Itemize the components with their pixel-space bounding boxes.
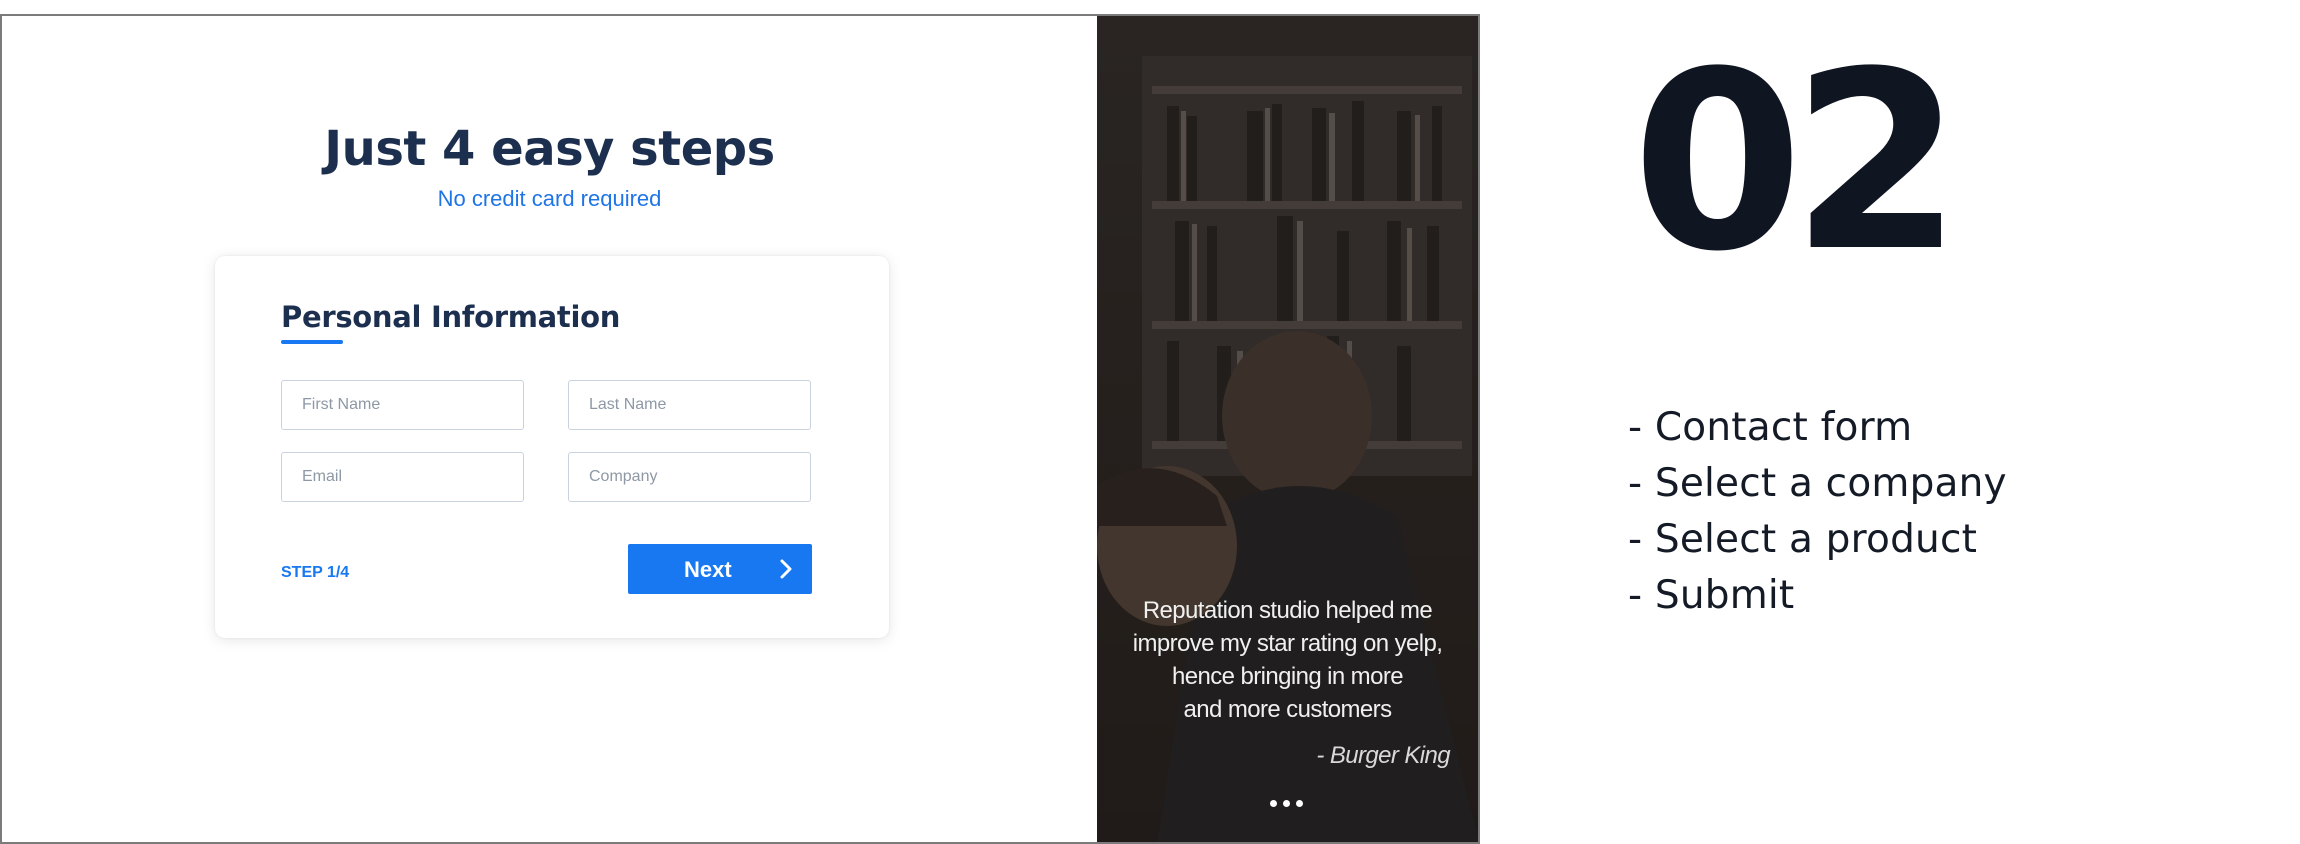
first-name-input[interactable]	[281, 380, 524, 430]
personal-info-card: Personal Information STEP 1/4 Next	[215, 256, 889, 638]
step-number: 02	[1632, 20, 1962, 306]
annotation-item: - Submit	[1628, 573, 1795, 618]
next-button[interactable]: Next	[628, 544, 812, 594]
carousel-dot[interactable]	[1296, 800, 1303, 807]
page-title: Just 4 easy steps	[324, 121, 775, 177]
quote-line: Reputation studio helped me	[1142, 597, 1433, 624]
quote-line: hence bringing in more	[1172, 663, 1404, 690]
chevron-right-icon	[780, 559, 792, 579]
carousel-dot[interactable]	[1283, 800, 1290, 807]
step-indicator: STEP 1/4	[281, 564, 350, 581]
step-annotation-list: - Contact form - Select a company - Sele…	[1628, 400, 2007, 624]
carousel-dot[interactable]	[1270, 800, 1277, 807]
next-button-label: Next	[684, 557, 732, 582]
signup-pane: Just 4 easy steps No credit card require…	[2, 16, 1097, 842]
testimonial-panel: Reputation studio helped me improve my s…	[1097, 16, 1478, 842]
screenshot-frame: Just 4 easy steps No credit card require…	[0, 14, 1480, 844]
company-input[interactable]	[568, 452, 811, 502]
testimonial-author: - Burger King	[1316, 742, 1450, 769]
title-underline	[281, 340, 343, 344]
quote-line: improve my star rating on yelp,	[1132, 630, 1443, 657]
page-subtitle: No credit card required	[437, 186, 662, 211]
quote-line: and more customers	[1183, 696, 1393, 723]
last-name-input[interactable]	[568, 380, 811, 430]
carousel-dots	[1270, 800, 1303, 807]
email-input[interactable]	[281, 452, 524, 502]
testimonial-quote: Reputation studio helped me improve my s…	[1115, 594, 1460, 726]
annotation-item: - Contact form	[1628, 405, 1913, 450]
annotation-item: - Select a company	[1628, 461, 2007, 506]
annotation-item: - Select a product	[1628, 517, 1978, 562]
card-title: Personal Information	[281, 300, 621, 334]
